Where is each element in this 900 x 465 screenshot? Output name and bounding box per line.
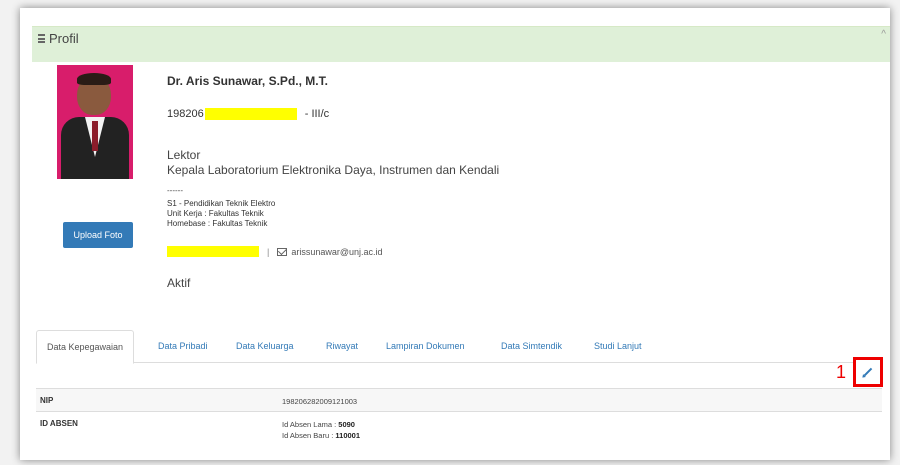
tab-data-kepegawaian[interactable]: Data Kepegawaian [36, 330, 135, 364]
pencil-icon [863, 367, 873, 377]
tab-studi-lanjut[interactable]: Studi Lanjut [584, 330, 652, 363]
grade: - III/c [304, 108, 330, 120]
tab-data-simtendik[interactable]: Data Simtendik [491, 330, 572, 363]
profile-photo [57, 65, 133, 179]
collapse-icon[interactable]: ^ [881, 29, 886, 40]
separator: | [267, 246, 270, 257]
panel-title: Profil [38, 31, 79, 46]
nip-label: NIP [40, 396, 54, 405]
homebase: Homebase : Fakultas Teknik [167, 219, 268, 228]
annotation-number: 1 [836, 362, 847, 382]
absen-label: ID ABSEN [40, 419, 78, 428]
redaction-highlight [204, 108, 297, 120]
contact-line: | arissunawar@unj.ac.id [167, 246, 383, 257]
tab-lampiran-dokumen[interactable]: Lampiran Dokumen [376, 330, 475, 363]
redaction-highlight [167, 246, 259, 257]
academic-rank: Lektor [167, 148, 201, 162]
nip-prefix: 198206 [167, 108, 204, 120]
edit-button[interactable] [853, 357, 883, 387]
profile-name: Dr. Aris Sunawar, S.Pd., M.T. [167, 74, 328, 88]
profile-tabs: Data Kepegawaian Data Pribadi Data Kelua… [36, 330, 882, 364]
education-info: S1 - Pendidikan Teknik Elektro Unit Kerj… [167, 199, 275, 229]
absen-values: Id Absen Lama : 5090 Id Absen Baru : 110… [282, 420, 361, 440]
list-icon [38, 34, 45, 43]
envelope-icon [277, 247, 288, 256]
education: S1 - Pendidikan Teknik Elektro [167, 199, 276, 208]
employment-status: Aktif [167, 276, 191, 290]
tab-data-keluarga[interactable]: Data Keluarga [226, 330, 304, 363]
email: arissunawar@unj.ac.id [291, 246, 383, 257]
table-row: NIP 198206282009121003 [36, 388, 882, 411]
work-unit: Unit Kerja : Fakultas Teknik [167, 209, 264, 218]
upload-photo-button[interactable]: Upload Foto [63, 222, 133, 248]
panel-header: Profil ^ [32, 26, 890, 62]
employment-data-table: NIP 198206282009121003 ID ABSEN Id Absen… [36, 388, 882, 447]
nip-value: 198206282009121003 [282, 397, 358, 406]
divider-dashes: ------ [167, 186, 183, 195]
table-row: ID ABSEN Id Absen Lama : 5090 Id Absen B… [36, 411, 882, 447]
nip-line: 198206 - III/c [167, 108, 329, 120]
job-position: Kepala Laboratorium Elektronika Daya, In… [167, 163, 500, 177]
tab-data-pribadi[interactable]: Data Pribadi [148, 330, 218, 363]
tab-riwayat[interactable]: Riwayat [316, 330, 368, 363]
